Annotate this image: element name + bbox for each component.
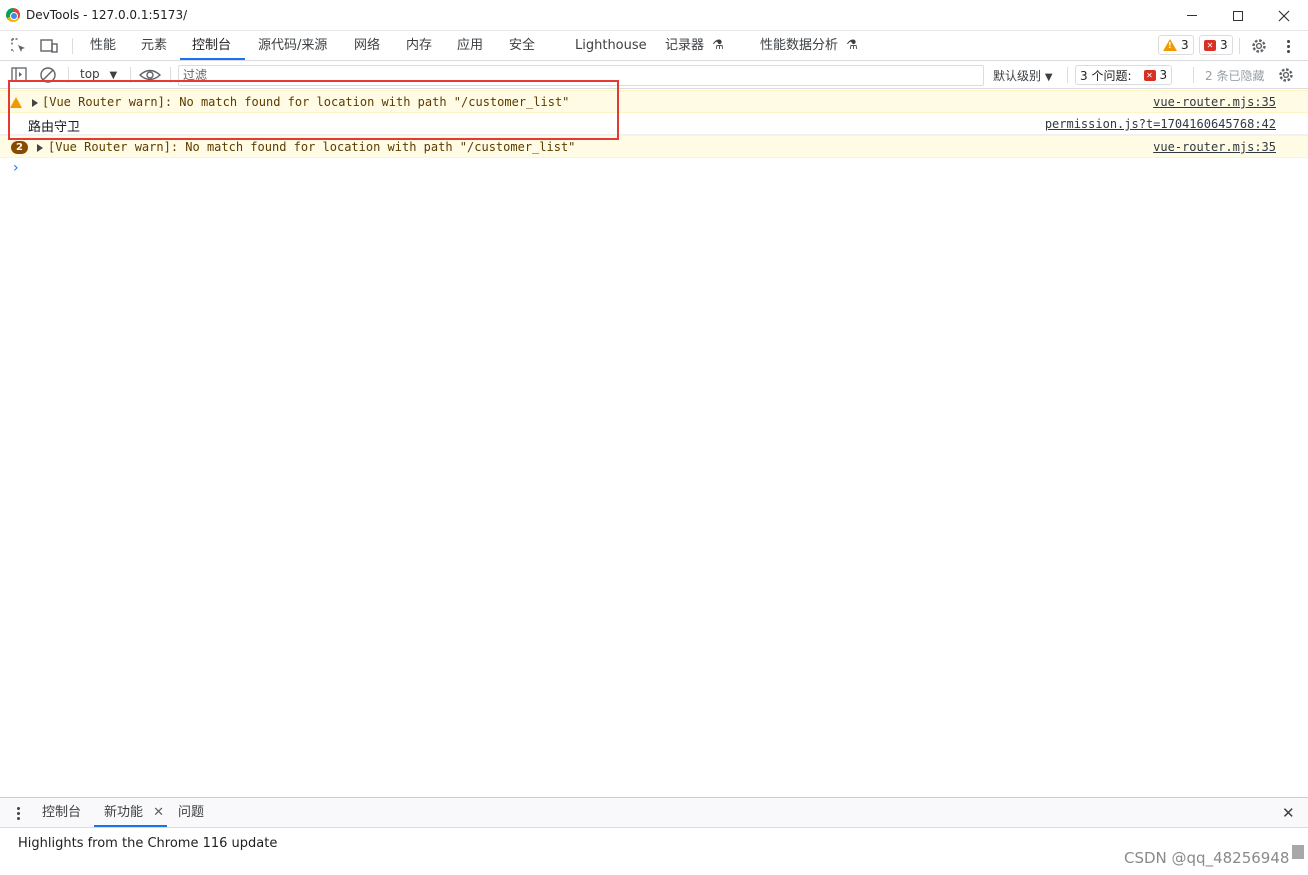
- more-options-icon[interactable]: [1287, 40, 1290, 53]
- drawer-tab-whats-new[interactable]: 新功能 ✕: [104, 798, 164, 828]
- drawer-tab-whats-new-label: 新功能: [104, 805, 144, 820]
- console-message-text: [Vue Router warn]: No match found for lo…: [48, 140, 576, 154]
- issues-button[interactable]: 3 个问题: ✕ 3: [1075, 65, 1173, 85]
- issues-count: 3: [1159, 68, 1168, 82]
- minimize-button[interactable]: [1169, 0, 1215, 31]
- minimize-icon: [1187, 15, 1197, 16]
- drawer-tab-console[interactable]: 控制台: [42, 798, 81, 828]
- window-title: DevTools - 127.0.0.1:5173/: [26, 8, 188, 22]
- close-tab-icon[interactable]: ✕: [153, 805, 164, 820]
- close-drawer-icon[interactable]: ✕: [1282, 798, 1295, 828]
- maximize-button[interactable]: [1215, 0, 1261, 31]
- flask-icon: ⚗: [712, 38, 724, 53]
- close-icon: [1278, 10, 1290, 21]
- flask-icon: ⚗: [846, 38, 858, 53]
- repeat-count-badge: 2: [11, 141, 28, 154]
- tab-recorder[interactable]: 记录器 ⚗: [665, 31, 724, 61]
- warnings-counter[interactable]: ! 3: [1158, 35, 1194, 55]
- inspect-element-icon[interactable]: [10, 37, 28, 55]
- warning-icon: !: [1163, 39, 1177, 51]
- tab-memory[interactable]: 内存: [406, 31, 432, 61]
- errors-count: 3: [1220, 38, 1228, 52]
- watermark: CSDN @qq_48256948: [1124, 849, 1290, 867]
- tab-performance-insights[interactable]: 性能数据分析 ⚗: [760, 31, 858, 61]
- source-link[interactable]: vue-router.mjs:35: [1153, 140, 1276, 154]
- maximize-icon: [1233, 10, 1243, 21]
- drawer-tab-issues[interactable]: 问题: [178, 798, 204, 828]
- drawer-scrollbar[interactable]: [1292, 845, 1304, 859]
- source-link[interactable]: vue-router.mjs:35: [1153, 95, 1276, 109]
- tab-lighthouse[interactable]: Lighthouse: [575, 31, 647, 61]
- window-titlebar: DevTools - 127.0.0.1:5173/: [0, 0, 1308, 31]
- hidden-messages-count: 2 条已隐藏: [1205, 69, 1265, 83]
- chrome-icon: [6, 8, 20, 22]
- console-prompt-chevron-icon[interactable]: ›: [13, 160, 19, 176]
- error-icon: ✕: [1143, 69, 1156, 81]
- error-icon: ✕: [1204, 39, 1216, 51]
- tab-security[interactable]: 安全: [509, 31, 535, 61]
- tab-console[interactable]: 控制台: [192, 31, 231, 61]
- tab-performance[interactable]: 性能: [90, 31, 116, 61]
- tab-network[interactable]: 网络: [354, 31, 380, 61]
- settings-gear-icon[interactable]: [1250, 37, 1268, 55]
- tab-recorder-label: 记录器: [665, 38, 705, 53]
- tab-performance-insights-label: 性能数据分析: [760, 38, 839, 53]
- context-selector[interactable]: top ▼: [80, 67, 117, 81]
- log-levels-label: 默认级别: [993, 69, 1042, 83]
- warnings-count: 3: [1181, 38, 1189, 52]
- close-window-button[interactable]: [1261, 0, 1307, 31]
- log-levels-dropdown[interactable]: 默认级别 ▼: [993, 67, 1053, 84]
- context-selector-label: top: [80, 67, 100, 81]
- active-drawer-tab-indicator: [94, 825, 167, 827]
- drawer-tabbar: 控制台 新功能 ✕ 问题 ✕: [0, 798, 1308, 828]
- source-link[interactable]: permission.js?t=1704160645768:42: [1045, 117, 1276, 131]
- expand-triangle-icon[interactable]: [37, 144, 43, 152]
- tab-elements[interactable]: 元素: [141, 31, 167, 61]
- drawer-menu-icon[interactable]: [17, 807, 20, 820]
- tab-application[interactable]: 应用: [457, 31, 483, 61]
- annotation-highlight-box: [8, 80, 619, 140]
- chevron-down-icon: ▼: [1044, 72, 1053, 83]
- device-toolbar-icon[interactable]: [39, 37, 58, 55]
- console-settings-gear-icon[interactable]: [1277, 66, 1295, 87]
- active-tab-indicator: [180, 58, 245, 60]
- errors-counter[interactable]: ✕ 3: [1199, 35, 1233, 55]
- bottom-drawer: 控制台 新功能 ✕ 问题 ✕ Highlights from the Chrom…: [0, 797, 1308, 875]
- whats-new-headline: Highlights from the Chrome 116 update: [18, 836, 278, 851]
- issues-label: 3 个问题:: [1080, 68, 1132, 83]
- devtools-tabbar: 性能 元素 控制台 源代码/来源 网络 内存 应用 安全 Lighthouse …: [0, 31, 1308, 61]
- tab-sources[interactable]: 源代码/来源: [258, 31, 327, 61]
